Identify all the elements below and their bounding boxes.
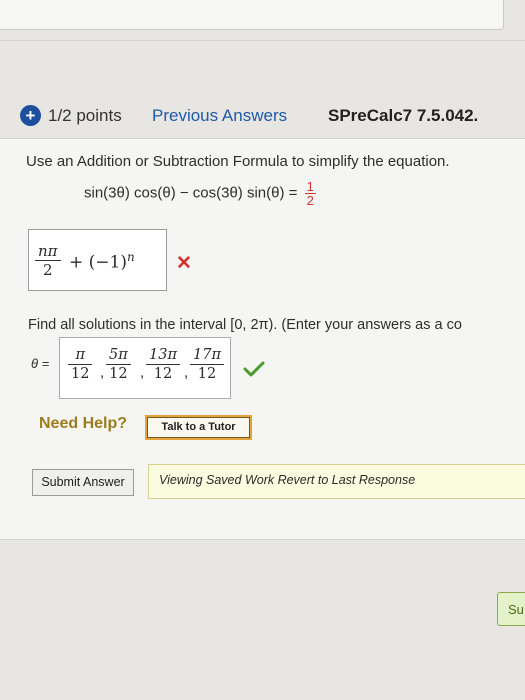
- previous-question-card: [0, 0, 504, 30]
- need-help-label: Need Help?: [39, 415, 128, 432]
- fraction-denominator: 2: [306, 193, 314, 208]
- answer-box-solutions[interactable]: π 12 , 5π 12 , 13π 12 , 17π 12: [59, 337, 231, 399]
- answer1-numerator: nπ: [35, 242, 61, 261]
- solution-fraction: 5π 12: [106, 346, 131, 383]
- previous-answers-link[interactable]: Previous Answers: [152, 106, 287, 126]
- submit-assignment-button[interactable]: Su: [497, 592, 525, 626]
- answer-box-simplified[interactable]: nπ 2 + (−1)n: [28, 229, 167, 291]
- question-id: SPreCalc7 7.5.042.: [328, 106, 479, 125]
- question-header: + 1/2 points Previous Answers SPreCalc7 …: [0, 100, 525, 132]
- solution-denominator: 12: [153, 366, 173, 382]
- equation: sin(3θ) cos(θ) − cos(3θ) sin(θ) = 1 2: [84, 180, 316, 207]
- answer1-fraction: nπ 2: [35, 242, 61, 279]
- solution-numerator: 13π: [146, 346, 180, 365]
- points-label: 1/2 points: [48, 106, 122, 125]
- comma: ,: [140, 364, 145, 381]
- solution-fraction: π 12: [68, 346, 93, 383]
- red-x-icon: ✕: [176, 253, 192, 274]
- solution-denominator: 12: [71, 366, 90, 382]
- question-body: Use an Addition or Subtraction Formula t…: [0, 138, 525, 540]
- solution-fraction: 13π 12: [146, 346, 180, 383]
- equation-lhs: sin(3θ) cos(θ) − cos(3θ) sin(θ) =: [84, 184, 298, 202]
- answer1-denominator: 2: [42, 261, 53, 279]
- plus-circle-icon[interactable]: +: [20, 105, 41, 126]
- interval-prompt: Find all solutions in the interval [0, 2…: [28, 317, 462, 333]
- comma: ,: [184, 364, 189, 381]
- fraction-numerator: 1: [304, 179, 316, 194]
- solution-fraction: 17π 12: [190, 346, 224, 383]
- green-check-icon: [243, 361, 265, 377]
- solution-denominator: 12: [197, 366, 217, 382]
- solution-numerator: π: [68, 346, 93, 365]
- saved-work-banner: Viewing Saved Work Revert to Last Respon…: [148, 464, 525, 499]
- solution-numerator: 5π: [106, 346, 131, 365]
- answer1-base: + (−1): [69, 252, 127, 273]
- saved-work-text[interactable]: Viewing Saved Work Revert to Last Respon…: [159, 473, 415, 487]
- instruction-text: Use an Addition or Subtraction Formula t…: [26, 153, 450, 170]
- solution-denominator: 12: [109, 366, 128, 382]
- answer1-expression: + (−1)n: [69, 250, 135, 273]
- talk-to-tutor-button[interactable]: Talk to a Tutor: [145, 415, 252, 440]
- comma: ,: [100, 364, 105, 381]
- theta-label: θ =: [31, 356, 50, 371]
- solution-numerator: 17π: [190, 346, 224, 365]
- equation-rhs-fraction: 1 2: [304, 179, 316, 208]
- divider: [0, 40, 525, 41]
- submit-answer-button[interactable]: Submit Answer: [32, 469, 134, 496]
- answer1-exponent: n: [126, 250, 135, 264]
